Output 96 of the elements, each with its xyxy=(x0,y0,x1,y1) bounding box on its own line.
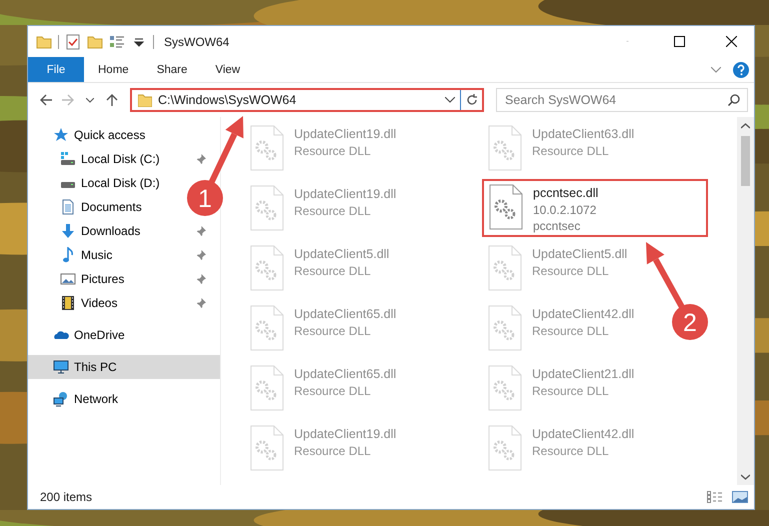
dll-file-icon xyxy=(488,425,522,471)
nav-item[interactable]: Music xyxy=(28,243,220,267)
chevron-icon[interactable] xyxy=(711,66,721,72)
document-icon xyxy=(60,199,76,215)
large-icons-view-button[interactable] xyxy=(729,488,751,506)
file-detail: Resource DLL xyxy=(532,143,610,159)
dll-file-icon xyxy=(250,245,284,291)
up-arrow-icon xyxy=(105,93,119,107)
pin-icon xyxy=(195,250,206,260)
nav-item[interactable]: This PC xyxy=(28,355,220,379)
dll-file-icon xyxy=(250,365,284,411)
file-detail: Resource DLL xyxy=(532,263,610,279)
file-detail: Resource DLL xyxy=(294,143,372,159)
file-name: UpdateClient65.dll xyxy=(294,366,396,383)
caret-icon xyxy=(741,122,750,128)
file-name: UpdateClient42.dll xyxy=(532,306,634,323)
file-detail: Resource DLL xyxy=(294,203,372,219)
dll-file-icon xyxy=(488,365,522,411)
file-detail: Resource DLL xyxy=(294,323,372,339)
file-detail: Resource DLL xyxy=(294,383,372,399)
caret-icon xyxy=(445,97,455,103)
nav-item[interactable]: Local Disk (C:) xyxy=(28,147,220,171)
dll-file-icon xyxy=(488,305,522,351)
item-count: 200 items xyxy=(40,490,94,504)
dll-file-icon xyxy=(250,305,284,351)
checklist-icon[interactable] xyxy=(65,34,81,50)
caret-icon xyxy=(741,474,750,480)
folder-icon xyxy=(138,94,152,106)
dll-file-icon xyxy=(250,125,284,171)
file-name: UpdateClient19.dll xyxy=(294,426,396,443)
dll-file-icon xyxy=(250,425,284,471)
ribbon-tab[interactable]: View xyxy=(201,57,254,82)
nav-item[interactable]: Local Disk (D:) xyxy=(28,171,164,195)
details-view-icon xyxy=(707,491,723,503)
step-number: 2 xyxy=(672,304,708,340)
nav-item[interactable]: Videos xyxy=(28,291,220,315)
close-icon xyxy=(726,36,736,47)
file-item[interactable]: pccntsec.dll 10.0.2.1072 pccntsec xyxy=(482,179,708,237)
help-icon[interactable] xyxy=(733,62,749,78)
dll-file-icon xyxy=(488,245,522,291)
dll-file-icon xyxy=(488,125,522,171)
file-name: pccntsec.dll xyxy=(533,185,598,202)
file-name: UpdateClient65.dll xyxy=(294,306,396,323)
ribbon-tab[interactable]: Home xyxy=(84,57,143,82)
file-detail: 10.0.2.1072 xyxy=(533,202,598,218)
nav-item[interactable]: Network xyxy=(28,387,220,411)
forward-arrow-icon xyxy=(61,93,75,107)
search-icon[interactable] xyxy=(728,94,740,106)
network-icon xyxy=(53,391,69,407)
ribbon-tab[interactable]: File xyxy=(28,57,84,82)
scrollbar[interactable] xyxy=(737,117,754,485)
file-detail: Resource DLL xyxy=(532,383,610,399)
file-detail: pccntsec xyxy=(533,218,582,234)
ribbon-tab[interactable]: Share xyxy=(142,57,202,82)
step-number: 1 xyxy=(187,180,223,216)
file-detail: Resource DLL xyxy=(294,263,372,279)
picture-icon xyxy=(60,271,76,287)
landscape-icon xyxy=(732,491,748,503)
download-icon xyxy=(60,223,76,239)
file-name: UpdateClient19.dll xyxy=(294,186,396,203)
refresh-icon xyxy=(466,94,478,106)
pin-icon xyxy=(195,226,206,236)
file-name: UpdateClient42.dll xyxy=(532,426,634,443)
computer-icon xyxy=(53,359,69,375)
nav-item[interactable]: Documents xyxy=(28,195,146,219)
file-name: UpdateClient63.dll xyxy=(532,126,634,143)
film-icon xyxy=(60,295,76,311)
address-field[interactable]: C:\Windows\SysWOW64 xyxy=(130,88,484,112)
drive-icon xyxy=(60,151,76,167)
nav-item[interactable]: OneDrive xyxy=(28,323,220,347)
dll-file-icon xyxy=(489,184,523,230)
nav-item[interactable]: Downloads xyxy=(28,219,220,243)
back-arrow-icon xyxy=(39,93,53,107)
address-path: C:\Windows\SysWOW64 xyxy=(158,93,298,107)
dll-file-icon xyxy=(250,185,284,231)
window-title: SysWOW64 xyxy=(164,34,230,48)
file-name: UpdateClient5.dll xyxy=(532,246,628,263)
properties-icon[interactable] xyxy=(109,34,125,50)
file-name: UpdateClient5.dll xyxy=(294,246,390,263)
scroll-thumb[interactable] xyxy=(741,136,750,186)
music-note-icon xyxy=(60,247,76,263)
pin-icon xyxy=(195,274,206,284)
nav-item[interactable]: Quick access xyxy=(28,123,220,147)
pin-icon xyxy=(195,154,206,164)
search-field[interactable]: Search SysWOW64 xyxy=(496,88,748,112)
drive-icon xyxy=(60,182,76,188)
caret-icon xyxy=(86,98,94,102)
file-detail: Resource DLL xyxy=(532,443,610,459)
file-name: UpdateClient19.dll xyxy=(294,126,396,143)
maximize-icon xyxy=(674,36,684,47)
file-detail: Resource DLL xyxy=(532,323,610,339)
file-detail: Resource DLL xyxy=(294,443,372,459)
nav-item[interactable]: Pictures xyxy=(28,267,220,291)
pin-icon xyxy=(195,298,206,308)
star-icon xyxy=(53,127,69,143)
file-name: UpdateClient21.dll xyxy=(532,366,634,383)
